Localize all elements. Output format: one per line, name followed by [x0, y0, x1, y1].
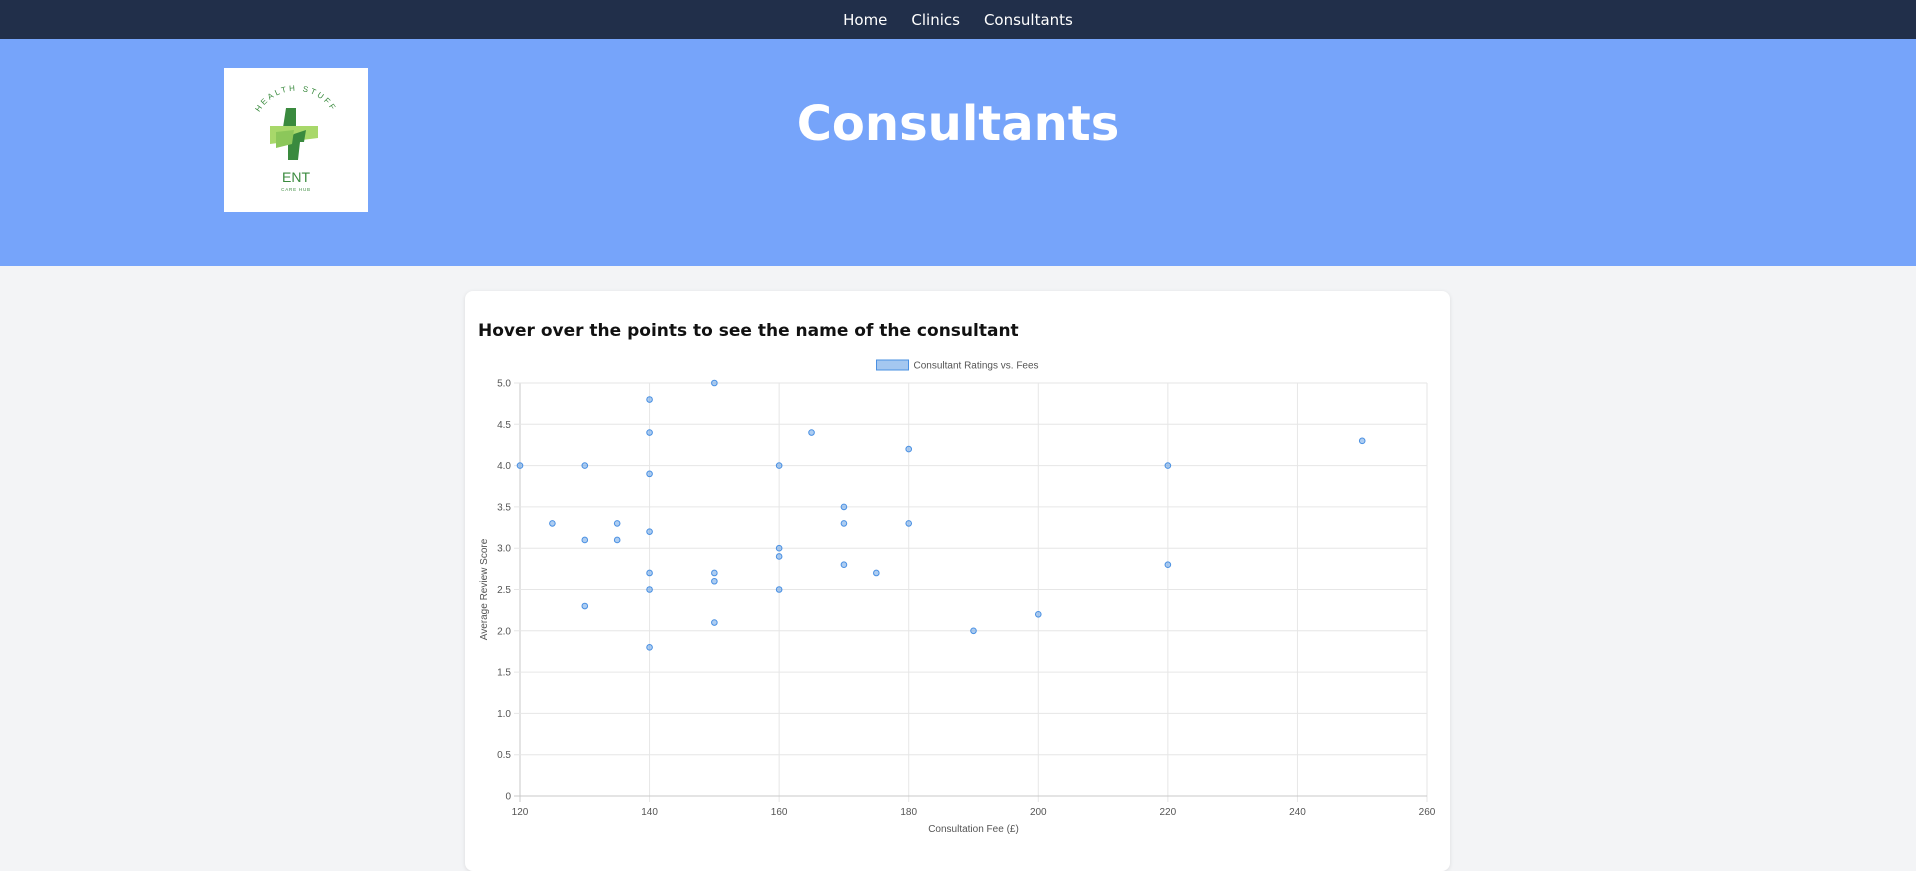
x-tick-label: 180	[900, 807, 917, 818]
y-tick-label: 2.5	[497, 585, 511, 596]
data-point[interactable]	[646, 429, 653, 436]
data-point[interactable]	[646, 528, 653, 535]
data-point[interactable]	[613, 520, 621, 527]
logo-sub-text: CARE HUB	[281, 187, 311, 192]
y-tick-label: 0.5	[497, 750, 511, 761]
logo-main-text: ENT	[282, 169, 310, 185]
data-point[interactable]	[711, 577, 718, 585]
y-tick-label: 3.5	[497, 502, 511, 513]
data-point[interactable]	[711, 569, 718, 577]
data-point[interactable]	[1358, 437, 1366, 445]
data-point[interactable]	[1164, 462, 1172, 469]
x-tick-label: 260	[1419, 807, 1436, 818]
data-point[interactable]	[775, 553, 783, 560]
data-point[interactable]	[775, 462, 783, 469]
data-point[interactable]	[775, 586, 783, 593]
scatter-chart[interactable]: 120 140 160 180 200 220 240 260 0 0.5 1.0 1.5 2.0 2.5…	[465, 291, 1450, 857]
nav-home-link[interactable]: Home	[843, 11, 887, 29]
data-point[interactable]	[808, 429, 815, 436]
data-point[interactable]	[905, 520, 913, 527]
data-point[interactable]	[549, 520, 556, 527]
data-point[interactable]	[1164, 561, 1172, 569]
x-tick-label: 140	[641, 807, 658, 818]
data-point[interactable]	[581, 536, 589, 544]
data-point[interactable]	[840, 561, 848, 569]
top-nav: Home Clinics Consultants	[0, 0, 1916, 39]
data-point[interactable]	[775, 544, 783, 552]
data-point[interactable]	[711, 619, 718, 626]
y-tick-label: 4.0	[497, 461, 511, 472]
data-point[interactable]	[646, 586, 653, 593]
data-point[interactable]	[613, 536, 621, 544]
y-tick-label: 1.0	[497, 709, 511, 720]
data-point[interactable]	[840, 503, 848, 511]
legend-label: Consultant Ratings vs. Fees	[914, 361, 1039, 372]
data-point[interactable]	[646, 396, 653, 403]
x-tick-label: 200	[1030, 807, 1047, 818]
data-point[interactable]	[711, 379, 718, 387]
y-tick-label: 4.5	[497, 420, 511, 431]
data-point[interactable]	[1034, 610, 1042, 618]
legend-swatch	[876, 359, 909, 371]
data-point[interactable]	[581, 602, 589, 610]
x-tick-label: 240	[1289, 807, 1306, 818]
x-tick-label: 160	[771, 807, 788, 818]
data-point[interactable]	[646, 470, 653, 478]
data-point[interactable]	[840, 520, 848, 527]
data-point[interactable]	[516, 462, 524, 469]
nav-consultants-link[interactable]: Consultants	[984, 11, 1073, 29]
y-tick-label: 1.5	[497, 668, 511, 679]
nav-clinics-link[interactable]: Clinics	[911, 11, 960, 29]
y-axis-title: Average Review Score	[479, 538, 490, 640]
data-point[interactable]	[905, 445, 913, 453]
chart-card: Hover over the points to see the name of…	[465, 291, 1450, 871]
page-title: Consultants	[796, 96, 1120, 152]
data-point[interactable]	[646, 644, 653, 651]
y-tick-label: 0	[505, 792, 511, 803]
data-point[interactable]	[581, 462, 589, 469]
y-tick-label: 2.0	[497, 626, 511, 637]
x-axis-title: Consultation Fee (£)	[928, 824, 1019, 835]
y-tick-label: 3.0	[497, 544, 511, 555]
data-point[interactable]	[873, 569, 880, 577]
x-tick-label: 120	[512, 807, 529, 818]
data-point[interactable]	[970, 627, 977, 635]
y-tick-label: 5.0	[497, 379, 511, 390]
data-point[interactable]	[646, 569, 653, 577]
x-tick-label: 220	[1160, 807, 1177, 818]
